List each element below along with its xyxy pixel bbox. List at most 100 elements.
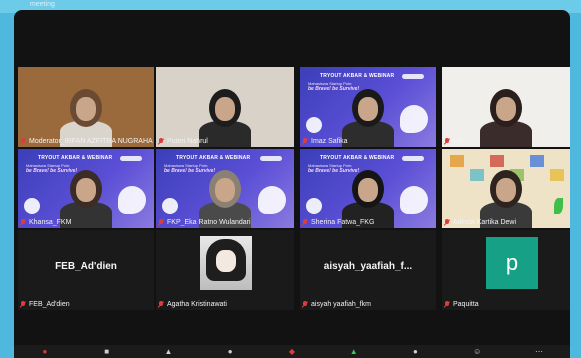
mic-muted-icon [444, 301, 450, 308]
participant-tile[interactable]: aisyah_yaafiah_f...aisyah yaafiah_fkm [300, 230, 436, 310]
participant-tile[interactable]: TRYOUT AKBAR & WEBINAR Mahasiswa Startup … [300, 67, 436, 147]
webinar-bubble [306, 117, 322, 133]
mic-muted-icon [444, 138, 450, 145]
mic-muted-icon [444, 219, 450, 226]
participant-name: FKP_Eka Ratno Wulandari [167, 219, 251, 226]
mic-muted-icon [20, 219, 26, 226]
webinar-pill [402, 74, 424, 79]
participant-name: Moderator_IRFAN AZFITRA NUGRAHA [29, 138, 153, 145]
participant-name-bar: Moderator_IRFAN AZFITRA NUGRAHA [20, 137, 153, 146]
participant-display-name: FEB_Ad'dien [55, 261, 117, 272]
webinar-header: TRYOUT AKBAR & WEBINAR [320, 155, 395, 161]
meeting-title: meeting [30, 1, 55, 8]
participant-name: Adinda Kartika Dewi [453, 219, 517, 226]
participant-name-bar: Agatha Kristinawati [158, 300, 227, 309]
webinar-slogan: be Brave! be Survive! [164, 168, 216, 174]
participant-name: FEB_Ad'dien [29, 301, 70, 308]
participant-name: Elif [453, 138, 463, 145]
webinar-bubble [258, 186, 286, 214]
participant-name-bar: FEB_Ad'dien [20, 300, 70, 309]
picture-face [216, 250, 236, 272]
mic-muted-icon [302, 219, 308, 226]
participant-name: aisyah yaafiah_fkm [311, 301, 371, 308]
mic-muted-icon [158, 301, 164, 308]
participant-tile[interactable]: Agatha Kristinawati [156, 230, 294, 310]
meeting-window: Moderator_IRFAN AZFITRA NUGRAHA Puteri Na… [14, 10, 570, 358]
participant-name-bar: Sherina Fatwa_FKG [302, 218, 374, 227]
participant-face [215, 178, 235, 202]
participant-name-bar: Paquitta [444, 300, 479, 309]
mic-muted-icon [20, 138, 26, 145]
webinar-bubble [162, 198, 178, 214]
webinar-slogan: be Brave! be Survive! [308, 168, 360, 174]
wall-art [490, 155, 504, 167]
participant-name-bar: Adinda Kartika Dewi [444, 218, 516, 227]
participants-icon[interactable]: ● [222, 347, 238, 356]
participant-face [496, 178, 516, 202]
mic-muted-icon [302, 138, 308, 145]
profile-picture [200, 236, 252, 290]
webinar-bubble [306, 198, 322, 214]
mic-muted-icon [302, 301, 308, 308]
webinar-header: TRYOUT AKBAR & WEBINAR [38, 155, 113, 161]
more-icon[interactable]: ⋯ [531, 347, 547, 356]
participant-tile[interactable]: Moderator_IRFAN AZFITRA NUGRAHA [18, 67, 154, 147]
mic-muted-icon [158, 219, 164, 226]
chat-icon[interactable]: ◆ [284, 347, 300, 356]
participant-face [358, 178, 378, 202]
participant-name-bar: Elif [444, 137, 463, 146]
participant-tile[interactable]: Adinda Kartika Dewi [442, 149, 570, 228]
participant-name-bar: Khansa_FKM [20, 218, 71, 227]
participant-name-bar: aisyah yaafiah_fkm [302, 300, 371, 309]
record-icon[interactable]: ● [407, 347, 423, 356]
participant-tile[interactable]: FEB_Ad'dien FEB_Ad'dien [18, 230, 154, 310]
participant-face [215, 97, 235, 121]
security-icon[interactable]: ▲ [160, 347, 176, 356]
participant-tile[interactable]: Puteri Nahrul [156, 67, 294, 147]
webinar-bubble [400, 105, 428, 133]
webinar-header: TRYOUT AKBAR & WEBINAR [320, 73, 395, 79]
webinar-header: TRYOUT AKBAR & WEBINAR [176, 155, 251, 161]
participant-tile[interactable]: Elif [442, 67, 570, 147]
webinar-pill [402, 156, 424, 161]
participant-face [358, 97, 378, 121]
webinar-slogan: be Brave! be Survive! [26, 168, 78, 174]
participant-name: Paquitta [453, 301, 479, 308]
webinar-slogan: be Brave! be Survive! [308, 86, 360, 92]
wall-art [530, 155, 544, 167]
participant-face [76, 178, 96, 202]
webinar-bubble [24, 198, 40, 214]
participant-name-bar: FKP_Eka Ratno Wulandari [158, 218, 251, 227]
participant-face [496, 97, 516, 121]
participant-name: Khansa_FKM [29, 219, 72, 226]
webinar-pill [260, 156, 282, 161]
participant-tile[interactable]: p Paquitta [442, 230, 570, 310]
participant-name: Agatha Kristinawati [167, 301, 227, 308]
participant-tile[interactable]: TRYOUT AKBAR & WEBINAR Mahasiswa Startup … [300, 149, 436, 228]
webinar-bubble [400, 186, 428, 214]
participant-name-bar: Imaz Safika [302, 137, 348, 146]
wall-art [550, 169, 564, 181]
participant-name: Puteri Nahrul [167, 138, 208, 145]
participant-tile[interactable]: TRYOUT AKBAR & WEBINAR Mahasiswa Startup … [18, 149, 154, 228]
avatar: p [486, 237, 538, 289]
video-grid: Moderator_IRFAN AZFITRA NUGRAHA Puteri Na… [14, 10, 570, 345]
wall-art [450, 155, 464, 167]
mic-muted-icon [20, 301, 26, 308]
participant-tile[interactable]: TRYOUT AKBAR & WEBINAR Mahasiswa Startup … [156, 149, 294, 228]
video-icon[interactable]: ■ [99, 347, 115, 356]
mic-off-icon[interactable]: ● [37, 347, 53, 356]
participant-name-bar: Puteri Nahrul [158, 137, 208, 146]
webinar-bubble [118, 186, 146, 214]
participant-face [76, 97, 96, 121]
reactions-icon[interactable]: ☺ [469, 347, 485, 356]
plant-leaf [554, 198, 563, 214]
mic-muted-icon [158, 138, 164, 145]
participant-name: Imaz Safika [311, 138, 348, 145]
participant-display-name: aisyah_yaafiah_f... [323, 261, 413, 272]
wall-art [470, 169, 484, 181]
share-screen-icon[interactable]: ▲ [346, 347, 362, 356]
participant-name: Sherina Fatwa_FKG [311, 219, 375, 226]
webinar-pill [120, 156, 142, 161]
meeting-toolbar: ● ■ ▲ ● ◆ ▲ ● ☺ ⋯ [14, 345, 570, 358]
